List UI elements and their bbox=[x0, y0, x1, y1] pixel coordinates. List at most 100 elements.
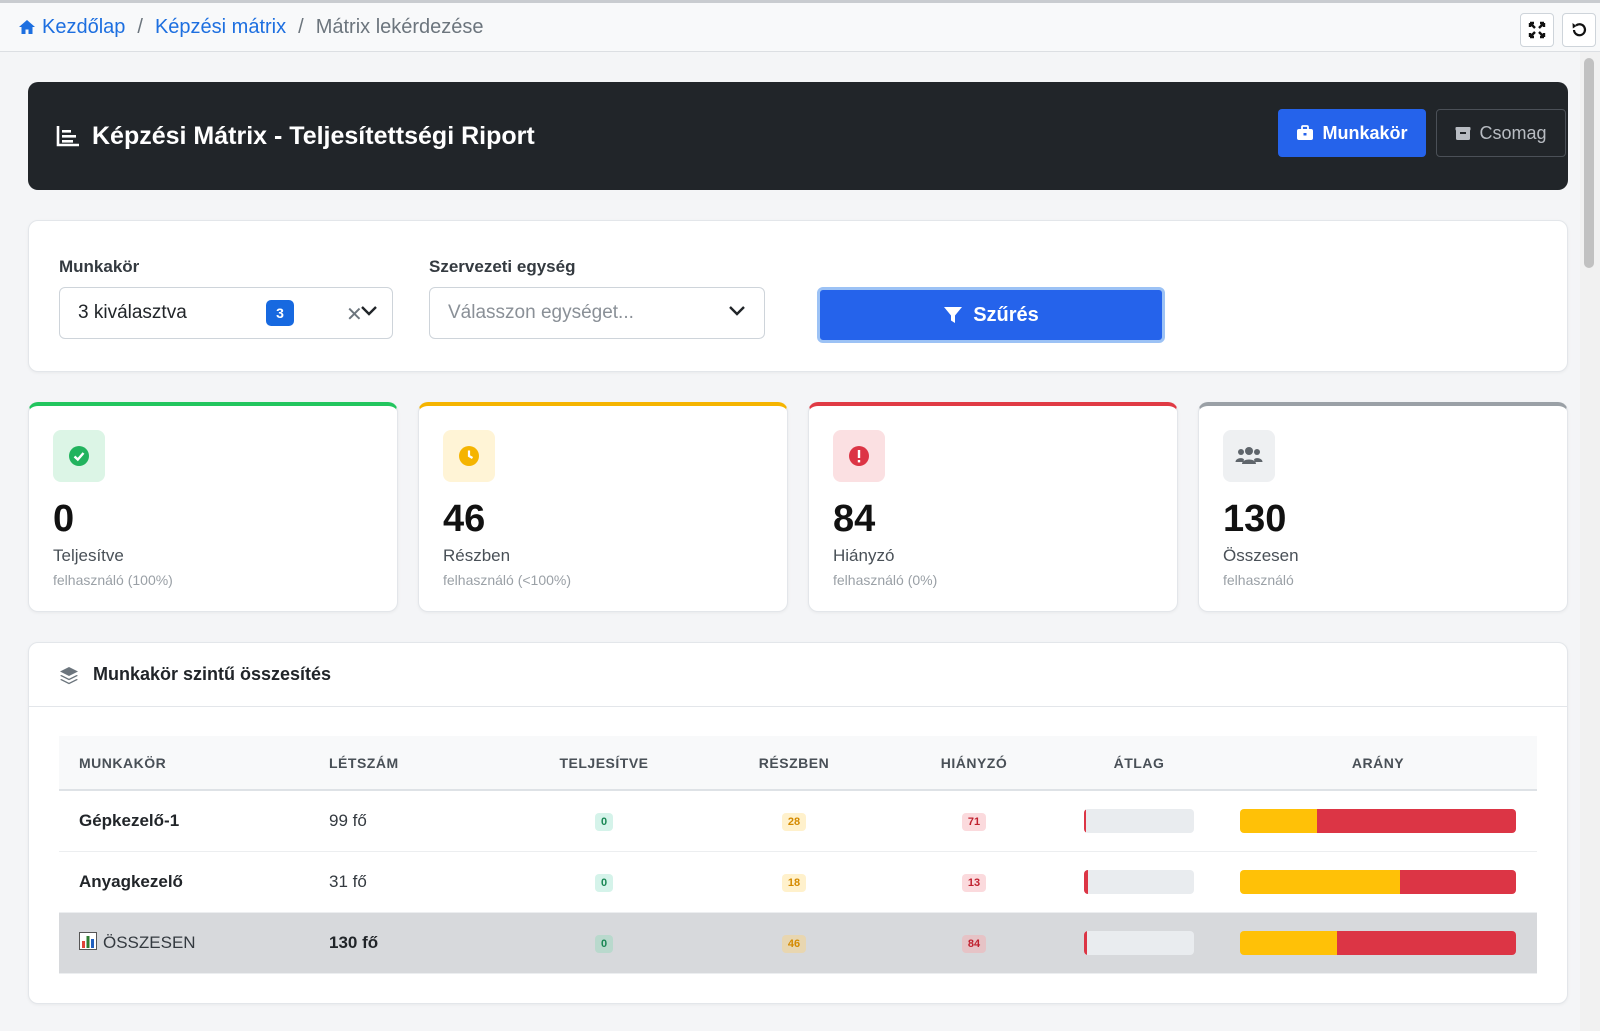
completed-badge: 0 bbox=[594, 874, 614, 892]
scrollbar-thumb[interactable] bbox=[1584, 58, 1594, 268]
row-headcount: 99 fő bbox=[329, 810, 367, 830]
stat-sub: felhasználó bbox=[1223, 572, 1294, 588]
ratio-partial-segment bbox=[1240, 869, 1401, 894]
egyseg-filter-label: Szervezeti egység bbox=[429, 257, 576, 276]
total-label: ÖSSZESEN bbox=[103, 933, 196, 952]
stat-sub: felhasználó (100%) bbox=[53, 572, 173, 588]
munkakor-select-value: 3 kiválasztva bbox=[78, 302, 187, 323]
briefcase-icon bbox=[1297, 125, 1314, 140]
filter-icon bbox=[944, 307, 963, 323]
breadcrumb-current: Mátrix lekérdezése bbox=[315, 15, 484, 38]
ratio-partial-segment bbox=[1240, 808, 1318, 833]
column-header[interactable]: ÁTLAG bbox=[1059, 736, 1219, 790]
partial-badge: 28 bbox=[781, 813, 807, 832]
layers-icon bbox=[60, 666, 78, 684]
total-label-cell: ÖSSZESEN bbox=[59, 912, 309, 973]
summary-title: Munkakör szintű összesítés bbox=[93, 664, 332, 684]
exclamation-circle-icon bbox=[833, 430, 885, 482]
ratio-partial-segment bbox=[1240, 930, 1337, 955]
missing-badge: 84 bbox=[961, 935, 987, 953]
partial-badge: 18 bbox=[781, 874, 807, 892]
munkakor-view-button-label: Munkakör bbox=[1322, 122, 1408, 143]
bar-chart-icon bbox=[79, 932, 97, 950]
column-header[interactable]: LÉTSZÁM bbox=[309, 736, 509, 790]
home-icon bbox=[19, 20, 35, 34]
filter-button[interactable]: Szűrés bbox=[817, 287, 1165, 343]
filter-card: Munkakör 3 kiválasztva 3 ✕ Szervezeti eg… bbox=[28, 220, 1568, 372]
stat-value: 46 bbox=[443, 498, 486, 540]
table-header-row: MUNKAKÖR LÉTSZÁM TELJESÍTVE RÉSZBEN HIÁN… bbox=[59, 736, 1537, 790]
ratio-missing-segment bbox=[1317, 808, 1516, 833]
column-header[interactable]: TELJESÍTVE bbox=[509, 736, 699, 790]
selected-count-badge: 3 bbox=[266, 300, 294, 326]
missing-badge: 13 bbox=[961, 874, 987, 892]
users-icon bbox=[1223, 430, 1275, 482]
column-header[interactable]: HIÁNYZÓ bbox=[889, 736, 1059, 790]
page-title: Képzési Mátrix - Teljesítettségi Riport bbox=[56, 122, 535, 151]
stat-card-partial: 46 Részben felhasználó (<100%) bbox=[418, 402, 788, 612]
top-bar: Kezdőlap / Képzési mátrix / Mátrix lekér… bbox=[0, 0, 1600, 52]
stat-card-total: 130 Összesen felhasználó bbox=[1198, 402, 1568, 612]
summary-card: Munkakör szintű összesítés MUNKAKÖR LÉTS… bbox=[28, 642, 1568, 1004]
ratio-bar bbox=[1240, 869, 1516, 894]
average-progress-fill bbox=[1084, 930, 1088, 955]
completed-badge: 0 bbox=[594, 813, 614, 832]
average-progress-bar bbox=[1084, 808, 1194, 833]
stat-sub: felhasználó (<100%) bbox=[443, 572, 572, 588]
fullscreen-button[interactable] bbox=[1520, 13, 1554, 47]
average-progress-bar bbox=[1084, 930, 1194, 955]
stat-label: Hiányzó bbox=[833, 546, 895, 565]
filter-button-label: Szűrés bbox=[973, 303, 1039, 326]
reload-icon bbox=[1572, 23, 1587, 37]
breadcrumb-separator: / bbox=[298, 15, 304, 38]
stat-value: 84 bbox=[833, 498, 876, 540]
row-job-name: Anyagkezelő bbox=[79, 871, 183, 891]
package-icon bbox=[1455, 127, 1471, 140]
munkakor-view-button[interactable]: Munkakör bbox=[1278, 109, 1426, 157]
breadcrumb-home[interactable]: Kezdőlap bbox=[18, 16, 125, 39]
missing-badge: 71 bbox=[961, 813, 987, 832]
page-scrollbar[interactable] bbox=[1580, 52, 1600, 1031]
table-row[interactable]: Gépkezelő-1 99 fő 0 28 71 bbox=[59, 790, 1537, 851]
egyseg-select-placeholder: Válasszon egységet... bbox=[448, 302, 634, 323]
column-header[interactable]: RÉSZBEN bbox=[699, 736, 889, 790]
reload-button[interactable] bbox=[1562, 13, 1596, 47]
stat-card-completed: 0 Teljesítve felhasználó (100%) bbox=[28, 402, 398, 612]
munkakor-filter-label: Munkakör bbox=[59, 257, 140, 276]
breadcrumb-home-label: Kezdőlap bbox=[42, 15, 126, 38]
csomag-view-button[interactable]: Csomag bbox=[1436, 109, 1566, 157]
egyseg-select[interactable]: Válasszon egységet... bbox=[429, 287, 765, 339]
csomag-view-button-label: Csomag bbox=[1479, 122, 1547, 143]
munkakor-select[interactable]: 3 kiválasztva 3 ✕ bbox=[59, 287, 393, 339]
ratio-bar bbox=[1240, 808, 1516, 833]
partial-badge: 46 bbox=[781, 935, 807, 953]
ratio-missing-segment bbox=[1400, 869, 1516, 894]
stat-card-missing: 84 Hiányzó felhasználó (0%) bbox=[808, 402, 1178, 612]
check-circle-icon bbox=[53, 430, 105, 482]
average-progress-fill bbox=[1084, 869, 1089, 894]
stat-label: Részben bbox=[443, 546, 511, 565]
summary-header: Munkakör szintű összesítés bbox=[29, 643, 1567, 707]
completed-badge: 0 bbox=[594, 935, 614, 953]
table-row[interactable]: Anyagkezelő 31 fő 0 18 13 bbox=[59, 851, 1537, 912]
chevron-down-icon bbox=[361, 306, 377, 316]
stat-value: 130 bbox=[1223, 498, 1287, 540]
column-header[interactable]: ARÁNY bbox=[1219, 736, 1537, 790]
page-title-text: Képzési Mátrix - Teljesítettségi Riport bbox=[92, 121, 535, 150]
average-progress-fill bbox=[1084, 808, 1087, 833]
average-progress-bar bbox=[1084, 869, 1194, 894]
column-header[interactable]: MUNKAKÖR bbox=[59, 736, 309, 790]
stat-value: 0 bbox=[53, 498, 75, 540]
clock-icon bbox=[443, 430, 495, 482]
chevron-down-icon bbox=[729, 306, 745, 316]
row-headcount: 31 fő bbox=[329, 871, 367, 891]
ratio-bar bbox=[1240, 930, 1516, 955]
row-job-name: Gépkezelő-1 bbox=[79, 810, 180, 830]
stat-label: Összesen bbox=[1223, 546, 1299, 565]
total-headcount: 130 fő bbox=[329, 932, 379, 952]
expand-icon bbox=[1528, 21, 1546, 39]
breadcrumb-separator: / bbox=[137, 15, 143, 38]
ratio-missing-segment bbox=[1336, 930, 1516, 955]
stat-sub: felhasználó (0%) bbox=[833, 572, 938, 588]
breadcrumb-section[interactable]: Képzési mátrix bbox=[155, 16, 286, 39]
